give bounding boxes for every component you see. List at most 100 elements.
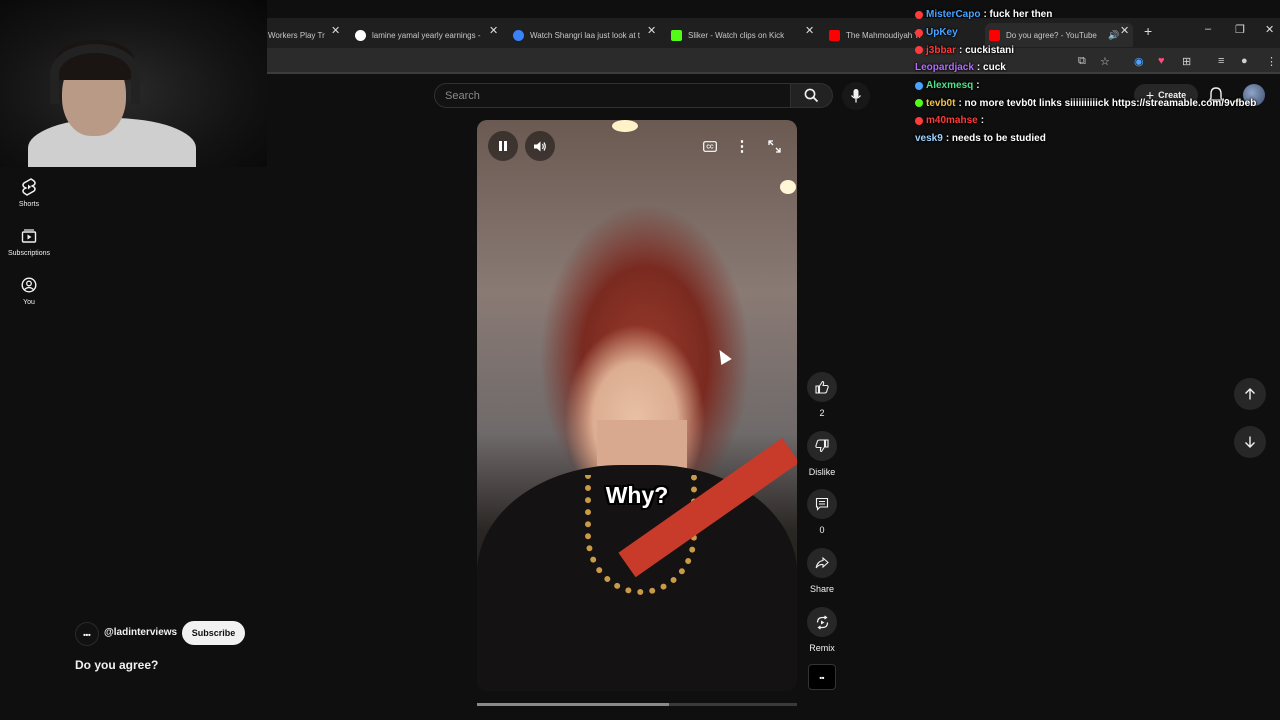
chat-text: : cuckistani	[959, 44, 1015, 56]
dislike-button[interactable]: Dislike	[804, 431, 840, 477]
chat-text: :	[980, 115, 985, 127]
search-icon	[804, 88, 819, 103]
chat-username: vesk9	[915, 133, 943, 145]
chat-message: m40mahse:	[915, 112, 1275, 130]
fullscreen-icon	[767, 139, 781, 153]
thumbs-down-icon	[815, 439, 829, 453]
chat-username: m40mahse	[926, 115, 978, 127]
chat-username: Alexmesq	[926, 80, 974, 92]
site-icon	[513, 29, 524, 41]
chat-badge-icon	[915, 81, 923, 90]
remix-label: Remix	[809, 643, 835, 653]
headphones-shape	[50, 44, 140, 104]
video-progress-bar[interactable]	[477, 703, 797, 706]
shorts-icon	[22, 178, 36, 196]
sidebar-item-you[interactable]: You	[0, 276, 58, 306]
close-tab-icon[interactable]: ✕	[331, 24, 340, 37]
chat-badge-icon	[915, 116, 923, 125]
chat-badge-icon	[915, 10, 923, 19]
chat-message: Alexmesq:	[915, 77, 1275, 95]
share-icon	[815, 556, 829, 569]
tab-title: lamine yamal yearly earnings -	[372, 30, 481, 40]
channel-thumbnail[interactable]: ■■	[808, 664, 836, 690]
search-box	[434, 83, 791, 108]
previous-video-button[interactable]	[1234, 378, 1266, 410]
channel-handle[interactable]: @ladinterviews	[104, 627, 177, 638]
close-tab-icon[interactable]: ✕	[805, 24, 814, 37]
browser-tab[interactable]: lamine yamal yearly earnings -	[355, 23, 483, 47]
closed-captions-icon: CC	[703, 140, 717, 152]
sidebar-item-subscriptions[interactable]: Subscriptions	[0, 227, 58, 257]
arrow-down-icon	[1245, 436, 1255, 448]
sidebar-item-shorts[interactable]: Shorts	[0, 178, 58, 208]
screen: Workers Play Tr ✕ lamine yamal yearly ea…	[0, 0, 1280, 720]
more-options-button[interactable]: ⋮	[727, 131, 757, 161]
dislike-circle[interactable]	[807, 431, 837, 461]
share-button[interactable]: Share	[804, 548, 840, 594]
close-tab-icon[interactable]: ✕	[489, 24, 498, 37]
microphone-icon	[850, 89, 862, 103]
pause-icon	[499, 141, 507, 151]
like-button[interactable]: 2	[804, 372, 840, 418]
like-circle[interactable]	[807, 372, 837, 402]
browser-tab[interactable]: The Mahmoudiyah Tr	[829, 23, 929, 47]
comments-circle[interactable]	[807, 489, 837, 519]
volume-button[interactable]	[525, 131, 555, 161]
pause-button[interactable]	[488, 131, 518, 161]
fullscreen-button[interactable]	[759, 131, 789, 161]
chat-username: UpKey	[926, 27, 958, 39]
stream-chat-overlay: MisterCapo: fuck her then UpKey j3bbar: cu…	[915, 6, 1275, 148]
volume-icon	[534, 141, 546, 151]
chat-message: tevb0t: no more tevb0t links siiiiiiiiii…	[915, 94, 1275, 112]
video-title: Do you agree?	[75, 658, 159, 672]
chat-badge-icon	[915, 46, 923, 55]
like-count: 2	[819, 408, 825, 418]
chat-username: MisterCapo	[926, 9, 981, 21]
search-button[interactable]	[791, 83, 833, 108]
chat-text: : fuck her then	[983, 9, 1053, 21]
voice-search-button[interactable]	[842, 82, 870, 110]
you-icon	[21, 277, 37, 293]
shorts-video-player[interactable]: Why? CC ⋮	[477, 120, 797, 691]
subscriptions-icon	[21, 229, 37, 243]
comments-button[interactable]: 0	[804, 489, 840, 535]
chat-message: UpKey	[915, 24, 1275, 42]
channel-logo-mark: ■■■	[83, 631, 91, 637]
remix-circle[interactable]	[807, 607, 837, 637]
chat-text: : no more tevb0t links siiiiiiiiiick htt…	[958, 97, 1257, 109]
tab-title: Sliker - Watch clips on Kick	[688, 30, 785, 40]
chat-message: j3bbar: cuckistani	[915, 41, 1275, 59]
channel-avatar[interactable]: ■■■	[75, 622, 99, 646]
sidebar-item-label: Subscriptions	[7, 250, 51, 257]
browser-tab[interactable]: Sliker - Watch clips on Kick	[671, 23, 799, 47]
background-light	[780, 180, 796, 194]
search-input[interactable]	[435, 84, 790, 107]
youtube-icon	[829, 29, 840, 41]
thumbs-up-icon	[815, 380, 829, 394]
comment-icon	[815, 497, 829, 511]
background-light	[612, 120, 638, 132]
chat-message: vesk9: needs to be studied	[915, 130, 1275, 148]
tab-title: The Mahmoudiyah Tr	[846, 30, 922, 40]
captions-button[interactable]: CC	[695, 131, 725, 161]
tab-title: Watch Shangri laa just look at t	[530, 30, 640, 40]
remix-icon	[816, 615, 828, 629]
share-circle[interactable]	[807, 548, 837, 578]
video-caption: Why?	[605, 482, 669, 508]
chat-message: Leopardjack: cuck	[915, 59, 1275, 77]
remix-button[interactable]: Remix	[804, 607, 840, 653]
subscribe-button[interactable]: Subscribe	[182, 621, 245, 645]
channel-logo-mark: ■■	[819, 674, 825, 680]
chat-badge-icon	[915, 99, 923, 108]
more-vert-icon: ⋮	[734, 138, 750, 155]
google-icon	[355, 29, 366, 41]
tab-title: Workers Play Tr	[268, 30, 325, 40]
browser-tab[interactable]: Workers Play Tr	[268, 23, 326, 47]
arrow-up-icon	[1245, 388, 1255, 400]
share-label: Share	[809, 584, 835, 594]
sidebar-item-label: Shorts	[18, 201, 40, 208]
browser-tab[interactable]: Watch Shangri laa just look at t	[513, 23, 641, 47]
next-video-button[interactable]	[1234, 426, 1266, 458]
webcam-overlay	[0, 0, 267, 167]
close-tab-icon[interactable]: ✕	[647, 24, 656, 37]
